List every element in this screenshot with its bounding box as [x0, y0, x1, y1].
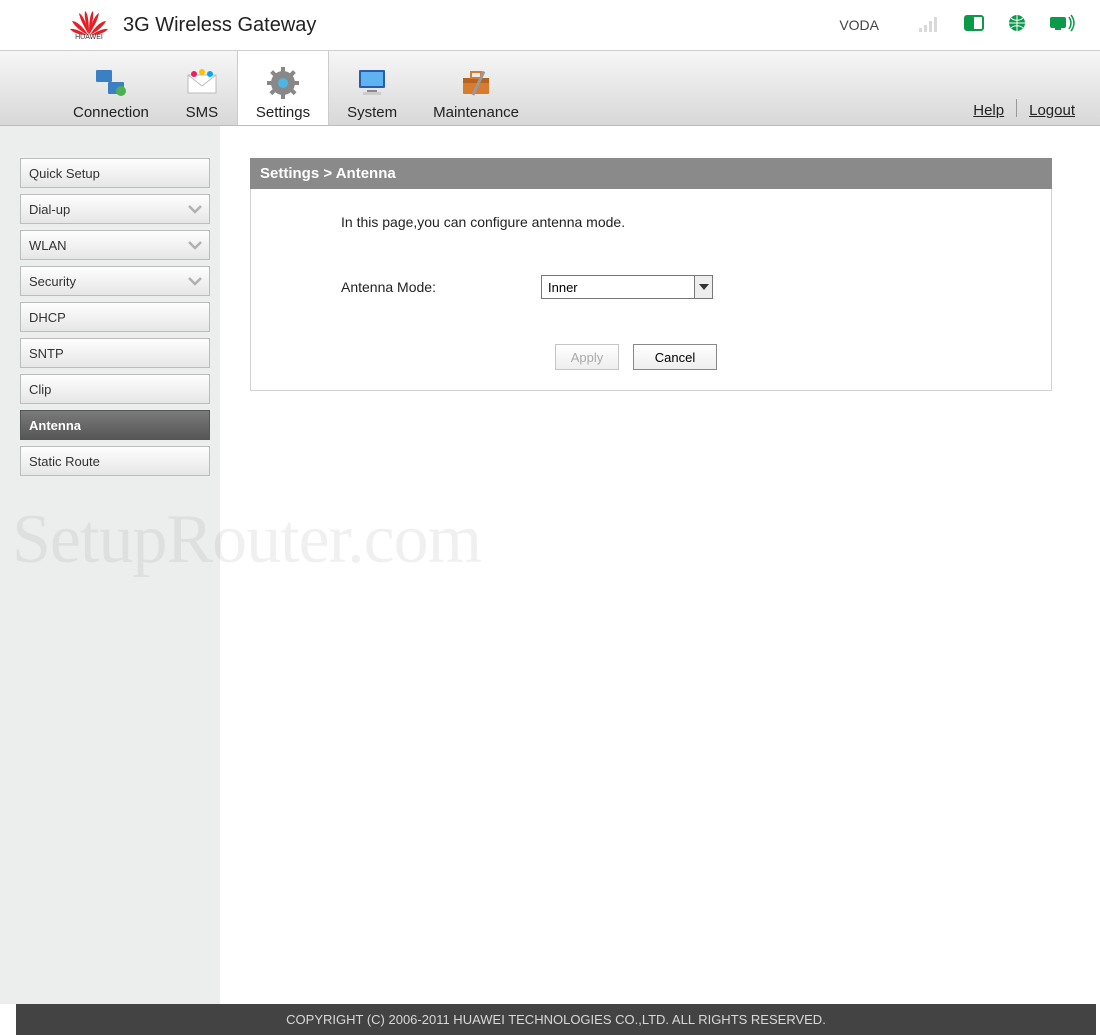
chevron-down-icon — [187, 202, 203, 217]
nav-settings[interactable]: Settings — [237, 51, 329, 125]
sidebar-item-label: Clip — [29, 382, 51, 397]
cancel-button[interactable]: Cancel — [633, 344, 717, 370]
sms-icon — [185, 66, 219, 100]
nav-label: Connection — [73, 104, 149, 121]
settings-gear-icon — [266, 66, 300, 100]
sidebar-item-antenna[interactable]: Antenna — [20, 410, 210, 440]
wifi-broadcast-icon — [1049, 14, 1075, 37]
sidebar-item-label: Antenna — [29, 418, 81, 433]
copyright-text: COPYRIGHT (C) 2006-2011 HUAWEI TECHNOLOG… — [286, 1012, 826, 1027]
help-link[interactable]: Help — [973, 102, 1004, 119]
sidebar-item-static-route[interactable]: Static Route — [20, 446, 210, 476]
dropdown-arrow-icon — [694, 276, 712, 298]
sidebar-item-label: Dial-up — [29, 202, 70, 217]
brand-text: HUAWEI — [75, 34, 103, 41]
page-description: In this page,you can configure antenna m… — [341, 214, 1021, 230]
globe-icon — [1007, 13, 1027, 38]
footer: COPYRIGHT (C) 2006-2011 HUAWEI TECHNOLOG… — [16, 1004, 1096, 1035]
connection-icon — [94, 66, 128, 100]
sidebar-item-wlan[interactable]: WLAN — [20, 230, 210, 260]
select-value: Inner — [548, 280, 578, 295]
carrier-label: VODA — [839, 17, 879, 33]
body: Quick Setup Dial-up WLAN Security DHCP S… — [0, 126, 1100, 1004]
system-monitor-icon — [355, 66, 389, 100]
sidebar-item-label: DHCP — [29, 310, 66, 325]
logout-link[interactable]: Logout — [1029, 102, 1075, 119]
sidebar-item-quick-setup[interactable]: Quick Setup — [20, 158, 210, 188]
nav-label: SMS — [186, 104, 219, 121]
sidebar-item-dialup[interactable]: Dial-up — [20, 194, 210, 224]
maintenance-toolbox-icon — [459, 66, 493, 100]
nav-label: Settings — [256, 104, 310, 121]
panel: In this page,you can configure antenna m… — [250, 189, 1052, 391]
nav-connection[interactable]: Connection — [55, 51, 167, 125]
signal-icon — [919, 14, 941, 37]
sim-icon — [963, 14, 985, 37]
sidebar-item-dhcp[interactable]: DHCP — [20, 302, 210, 332]
sidebar: Quick Setup Dial-up WLAN Security DHCP S… — [0, 126, 220, 1004]
huawei-logo-icon — [70, 10, 108, 36]
header: HUAWEI 3G Wireless Gateway VODA — [0, 0, 1100, 50]
content: Settings > Antenna In this page,you can … — [220, 126, 1100, 1004]
antenna-mode-select[interactable]: Inner — [541, 275, 713, 299]
apply-button: Apply — [555, 344, 619, 370]
nav-label: Maintenance — [433, 104, 519, 121]
antenna-mode-label: Antenna Mode: — [341, 279, 541, 295]
nav-label: System — [347, 104, 397, 121]
sidebar-item-clip[interactable]: Clip — [20, 374, 210, 404]
button-row: Apply Cancel — [251, 344, 1021, 370]
sidebar-item-label: Quick Setup — [29, 166, 100, 181]
chevron-down-icon — [187, 238, 203, 253]
chevron-down-icon — [187, 274, 203, 289]
brand-logo: HUAWEI — [70, 10, 108, 41]
sidebar-item-label: Security — [29, 274, 76, 289]
page-title: 3G Wireless Gateway — [123, 14, 316, 37]
form-row-antenna-mode: Antenna Mode: Inner — [341, 275, 1021, 299]
main-nav: Connection SMS Settings System Maintenan… — [0, 50, 1100, 126]
nav-sms[interactable]: SMS — [167, 51, 237, 125]
sidebar-item-security[interactable]: Security — [20, 266, 210, 296]
sidebar-item-label: WLAN — [29, 238, 67, 253]
sidebar-item-label: SNTP — [29, 346, 64, 361]
nav-separator — [1016, 99, 1017, 117]
sidebar-item-sntp[interactable]: SNTP — [20, 338, 210, 368]
nav-system[interactable]: System — [329, 51, 415, 125]
breadcrumb: Settings > Antenna — [250, 158, 1052, 189]
nav-maintenance[interactable]: Maintenance — [415, 51, 537, 125]
status-icons — [919, 13, 1075, 38]
sidebar-item-label: Static Route — [29, 454, 100, 469]
